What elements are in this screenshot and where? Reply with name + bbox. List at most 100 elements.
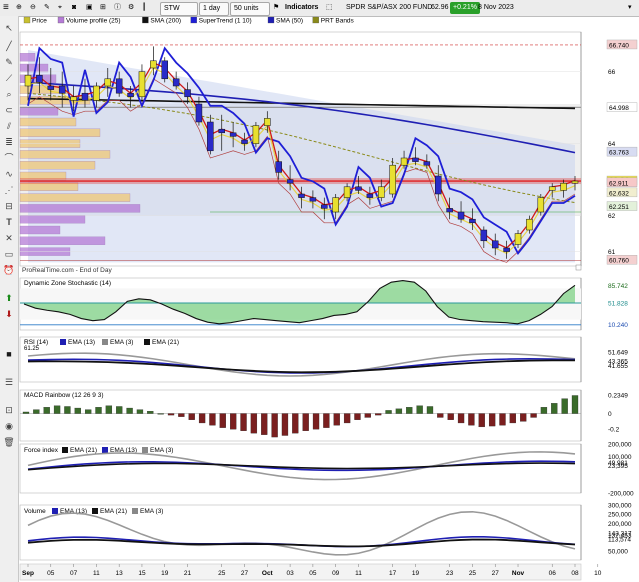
macd-bar (333, 413, 340, 426)
macd-bar (509, 413, 516, 424)
macd-bar (33, 409, 40, 414)
candle-body (423, 161, 431, 166)
macd-bar (323, 413, 330, 428)
volume-legend-item: EMA (3) (140, 508, 163, 515)
rsi-legend-item: EMA (21) (152, 339, 179, 346)
candle-body (548, 186, 556, 191)
candle-body (138, 71, 146, 98)
legend-swatch (92, 508, 98, 514)
candle-body (491, 240, 499, 249)
legend-item: SMA (50) (276, 18, 303, 25)
rsi-legend-item: EMA (3) (110, 339, 133, 346)
candle-body (81, 92, 89, 101)
candle-body (172, 78, 180, 87)
price-value-label: 62.251 (609, 204, 629, 211)
volume-profile-bar (19, 128, 101, 137)
candle-body (24, 74, 32, 87)
macd-bar (136, 409, 144, 414)
macd-bar (198, 413, 206, 424)
price-value-label: 62.911 (609, 180, 629, 187)
candle-body (378, 186, 385, 198)
candle-body (514, 233, 522, 245)
volume-profile-bar (19, 215, 86, 224)
scale-marker-icon (575, 264, 582, 271)
candle-body (207, 121, 214, 152)
macd-bar (147, 411, 154, 414)
macd-bar (209, 413, 216, 426)
macd-value-label: 0.2349 (608, 393, 628, 400)
candle-body (104, 78, 112, 87)
x-tick-label: 17 (389, 570, 397, 577)
candle-body (560, 182, 567, 191)
candle-body (435, 175, 442, 195)
volume-profile-bar (19, 150, 111, 159)
candle-body (332, 197, 339, 213)
candle-body (457, 211, 465, 220)
macd-bar (261, 413, 268, 435)
macd-value-label: -0.2 (608, 427, 620, 434)
x-tick-label: 10 (594, 570, 602, 577)
stoch-title: Dynamic Zone Stochastic (14) (24, 280, 111, 287)
candle-body (343, 186, 351, 198)
x-tick-label: 25 (469, 570, 477, 577)
macd-bar (437, 413, 444, 418)
candle-body (93, 85, 100, 101)
volume-value-label: 200,000 (608, 521, 632, 528)
macd-bar (571, 395, 579, 414)
volume-value-label: 300,000 (608, 503, 632, 510)
legend-swatch (62, 447, 68, 453)
macd-bar (53, 405, 61, 414)
macd-bar (416, 405, 423, 414)
legend-item: SMA (200) (150, 18, 181, 25)
x-tick-label: 27 (241, 570, 249, 577)
x-tick-label: 15 (138, 570, 146, 577)
stoch-value-label: 10.240 (608, 322, 628, 329)
legend-swatch (102, 447, 108, 453)
candle-body (400, 157, 408, 166)
macd-bar (406, 407, 413, 414)
macd-title: MACD Rainbow (12 26 9 3) (24, 392, 103, 399)
stoch-value-label: 85.742 (608, 283, 628, 290)
x-tick-label: 21 (184, 570, 192, 577)
macd-bar (85, 409, 92, 414)
macd-bar (219, 413, 226, 428)
legend-swatch (142, 447, 148, 453)
x-tick-label: 27 (492, 570, 500, 577)
volume-profile-bar (19, 193, 131, 202)
macd-bar (499, 413, 506, 426)
candle-body (36, 74, 43, 83)
volume-value-label: 50,000 (608, 548, 628, 555)
macd-bar (540, 407, 548, 414)
macd-bar (74, 407, 81, 414)
rsi-value-label: 51.649 (608, 350, 628, 357)
watermark-label: ProRealTime.com - End of Day (22, 267, 112, 274)
volume-profile-bar (19, 53, 36, 62)
candle-body (412, 157, 419, 162)
force-title: Force index (24, 447, 59, 454)
legend-swatch (57, 16, 65, 24)
candle-body (355, 186, 362, 191)
macd-bar (468, 413, 475, 426)
candle-body (229, 132, 237, 137)
macd-bar (395, 408, 403, 414)
force-value-label: 200,000 (608, 442, 632, 449)
price-tick-label: 66 (608, 69, 616, 76)
macd-bar (426, 406, 434, 414)
volume-profile-bar (19, 117, 77, 127)
macd-bar (292, 413, 299, 434)
x-tick-label: 11 (355, 570, 362, 577)
chart-canvas[interactable]: Sep 05 07 11 13 15 19 21 25 27 Oct 03 05 09 11 17 19 23 25… (0, 0, 639, 582)
rsi-level-label: 61.25 (24, 346, 40, 352)
volume-profile-bar (19, 161, 96, 170)
macd-bar (178, 413, 185, 417)
legend-swatch (312, 16, 319, 24)
panel-macd (19, 389, 582, 442)
macd-value-label: 0 (608, 411, 612, 418)
volume-legend-item: EMA (21) (100, 508, 127, 515)
candle-body (480, 229, 488, 242)
legend-item: SuperTrend (1 10) (199, 18, 252, 25)
x-tick-label: 03 (286, 570, 294, 577)
candle-body (218, 128, 225, 134)
x-tick-label: 19 (412, 570, 420, 577)
volume-profile-bar (19, 63, 49, 73)
